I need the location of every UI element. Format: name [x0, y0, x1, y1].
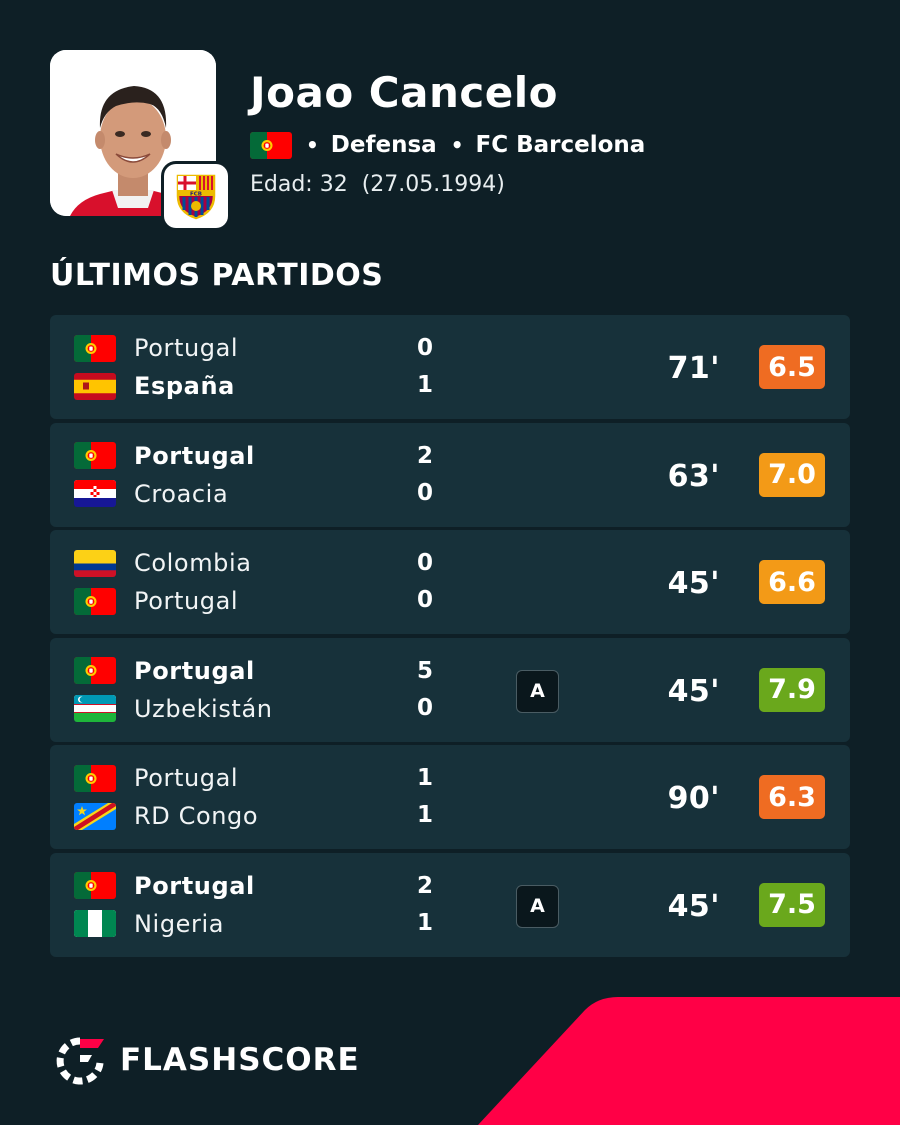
away-team-name: RD Congo: [134, 802, 259, 831]
section-title: ÚLTIMOS PARTIDOS: [50, 258, 384, 293]
portugal-flag-icon: [250, 131, 292, 159]
assist-badge: A: [516, 669, 559, 713]
colombia-flag-icon: [74, 549, 116, 577]
home-score: 2: [416, 872, 433, 899]
separator-dot: •: [306, 133, 319, 157]
home-score: 2: [416, 442, 433, 469]
match-card[interactable]: Colombia 0 Portugal 0 45' 6.6: [50, 530, 850, 635]
away-score: 1: [416, 372, 433, 398]
minutes-played: 45': [667, 673, 720, 709]
minutes-played: 71': [667, 351, 720, 386]
portugal-flag-icon: [74, 442, 116, 470]
portugal-flag-icon: [74, 764, 116, 792]
away-team-name: Portugal: [134, 587, 239, 616]
match-card[interactable]: Portugal 5 Uzbekistán 0 A 45' 7.9: [50, 637, 850, 742]
minutes-played: 45': [667, 566, 720, 602]
away-score: 0: [416, 587, 433, 614]
player-club: FC Barcelona: [475, 132, 646, 158]
uzbekistan-flag-icon: [74, 695, 116, 723]
minutes-played: 45': [667, 888, 720, 924]
player-rating-badge: 7.5: [759, 882, 825, 927]
player-rating-badge: 6.6: [759, 560, 825, 605]
home-team-name: Portugal: [134, 871, 255, 900]
birthdate: (27.05.1994): [361, 172, 505, 197]
away-team-name: España: [134, 372, 235, 400]
away-score: 1: [416, 802, 433, 829]
matches-list: Portugal 0 España 1 71' 6.5 Portugal 2 Croacia 0 6…: [50, 315, 850, 961]
home-score: 1: [416, 765, 433, 792]
home-team-name: Portugal: [134, 334, 239, 362]
portugal-flag-icon: [74, 872, 116, 900]
player-rating-badge: 7.9: [759, 667, 825, 712]
flashscore-logo-icon: [56, 1037, 104, 1085]
spain-flag-icon: [74, 372, 116, 400]
home-team-name: Portugal: [134, 764, 239, 793]
away-score: 0: [416, 694, 433, 721]
away-team-name: Uzbekistán: [134, 694, 273, 723]
match-card[interactable]: Portugal 1 RD Congo 1 90' 6.3: [50, 745, 850, 850]
home-team-name: Portugal: [134, 441, 255, 470]
away-team-name: Nigeria: [134, 909, 225, 938]
player-rating-badge: 6.3: [759, 775, 825, 820]
match-card[interactable]: Portugal 0 España 1 71' 6.5: [50, 315, 850, 419]
home-score: 0: [416, 550, 433, 577]
fc-barcelona-crest-icon: FCB: [164, 164, 228, 228]
separator-dot: •: [450, 133, 464, 157]
match-card[interactable]: Portugal 2 Croacia 0 63' 7.0: [50, 422, 850, 527]
assist-badge: A: [516, 884, 559, 928]
player-rating-badge: 7.0: [759, 452, 825, 497]
home-score: 0: [416, 335, 433, 361]
svg-text:FCB: FCB: [190, 191, 202, 197]
minutes-played: 63': [667, 458, 720, 494]
match-card[interactable]: Portugal 2 Nigeria 1 A 45' 7.5: [50, 852, 850, 957]
home-team-name: Portugal: [134, 656, 255, 685]
minutes-played: 90': [667, 781, 720, 817]
portugal-flag-icon: [74, 587, 116, 615]
croatia-flag-icon: [74, 480, 116, 508]
nigeria-flag-icon: [74, 910, 116, 938]
home-team-name: Colombia: [134, 549, 252, 578]
home-score: 5: [416, 657, 433, 684]
flashscore-logo: FLASHSCORE: [54, 1035, 360, 1085]
portugal-flag-icon: [74, 334, 116, 362]
player-position: Defensa: [330, 132, 437, 158]
drcongo-flag-icon: [74, 802, 116, 830]
age-label: Edad: 32: [250, 172, 348, 197]
player-rating-badge: 6.5: [759, 345, 825, 389]
away-score: 1: [416, 909, 433, 936]
flashscore-wordmark: FLASHSCORE: [120, 1042, 360, 1078]
player-header: FCB Joao Cancelo • Defensa • FC Barcelon…: [50, 50, 850, 230]
player-age: Edad: 32 (27.05.1994): [250, 172, 505, 197]
away-score: 0: [416, 479, 433, 506]
portugal-flag-icon: [74, 657, 116, 685]
player-name: Joao Cancelo: [250, 68, 558, 117]
away-team-name: Croacia: [134, 479, 229, 508]
player-meta: • Defensa • FC Barcelona: [250, 130, 645, 160]
